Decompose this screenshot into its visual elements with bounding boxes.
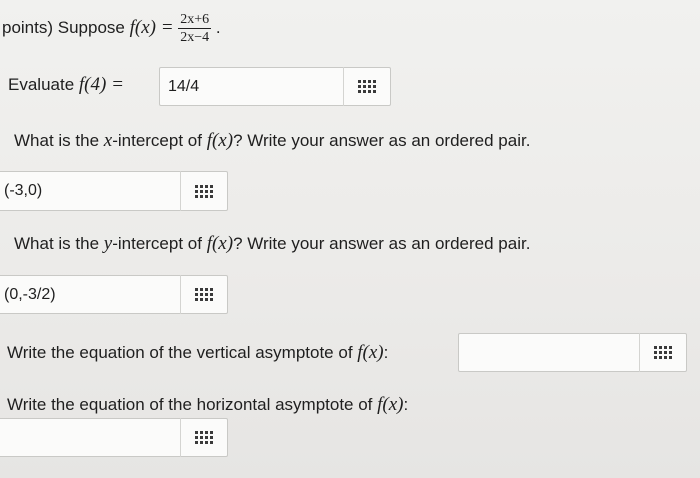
function-symbol: f(x) xyxy=(206,233,234,254)
statement-prefix: points) Suppose xyxy=(2,17,125,37)
x-intercept-answer-value: (-3,0) xyxy=(4,182,43,199)
fraction-numerator: 2x+6 xyxy=(180,12,210,27)
x-intercept-question: What is the x-intercept of f(x)? Write y… xyxy=(14,131,530,151)
vertical-asymptote-answer-field[interactable] xyxy=(458,333,687,372)
y-intercept-answer-value: (0,-3/2) xyxy=(4,285,56,303)
function-fraction: 2x+6 2x−4 xyxy=(178,12,212,45)
fraction-denominator: 2x−4 xyxy=(180,30,210,45)
evaluate-expression: f(4) = xyxy=(78,74,124,95)
horizontal-asymptote-answer-field[interactable] xyxy=(0,418,228,457)
evaluate-answer-field[interactable]: 14/4 xyxy=(159,67,391,106)
statement-suffix: . xyxy=(215,17,221,37)
function-symbol: f(x) xyxy=(206,130,234,151)
keyboard-button[interactable] xyxy=(639,333,686,372)
variable-y: y xyxy=(103,233,113,254)
evaluate-prompt: Evaluate f(4) = xyxy=(8,75,124,95)
keyboard-button[interactable] xyxy=(180,171,227,211)
function-expression: f(x) = xyxy=(129,16,174,38)
fraction-bar xyxy=(178,28,212,29)
function-symbol: f(x) xyxy=(377,394,404,415)
question-text: ? Write your answer as an ordered pair. xyxy=(233,131,531,150)
keyboard-button[interactable] xyxy=(180,275,227,314)
question-text: -intercept of xyxy=(112,131,207,150)
keyboard-grid-icon xyxy=(195,288,213,301)
evaluate-label: Evaluate xyxy=(8,75,75,94)
keyboard-grid-icon xyxy=(195,184,213,198)
x-intercept-answer-field[interactable]: (-3,0) xyxy=(0,171,228,211)
keyboard-grid-icon xyxy=(358,80,376,93)
question-text: -intercept of xyxy=(112,234,207,253)
horizontal-asymptote-question: Write the equation of the horizontal asy… xyxy=(7,395,408,415)
evaluate-answer-value: 14/4 xyxy=(168,77,200,95)
problem-statement: points) Suppose f(x) = 2x+6 2x−4 . xyxy=(2,12,221,45)
function-symbol: f(x) xyxy=(357,342,384,363)
question-text: ? Write your answer as an ordered pair. xyxy=(233,234,531,253)
question-text: What is the xyxy=(14,234,104,253)
keyboard-button[interactable] xyxy=(343,67,390,106)
keyboard-grid-icon xyxy=(654,346,672,359)
keyboard-button[interactable] xyxy=(180,418,227,457)
vertical-asymptote-question: Write the equation of the vertical asymp… xyxy=(7,343,388,363)
question-text: What is the xyxy=(14,131,104,150)
question-text: Write the equation of the horizontal asy… xyxy=(7,395,378,414)
keyboard-grid-icon xyxy=(195,431,213,444)
question-colon: : xyxy=(383,343,389,362)
y-intercept-question: What is the y-intercept of f(x)? Write y… xyxy=(14,234,530,254)
y-intercept-answer-field[interactable]: (0,-3/2) xyxy=(0,275,228,314)
question-text: Write the equation of the vertical asymp… xyxy=(7,343,358,362)
question-colon: : xyxy=(403,395,409,414)
variable-x: x xyxy=(103,130,113,151)
